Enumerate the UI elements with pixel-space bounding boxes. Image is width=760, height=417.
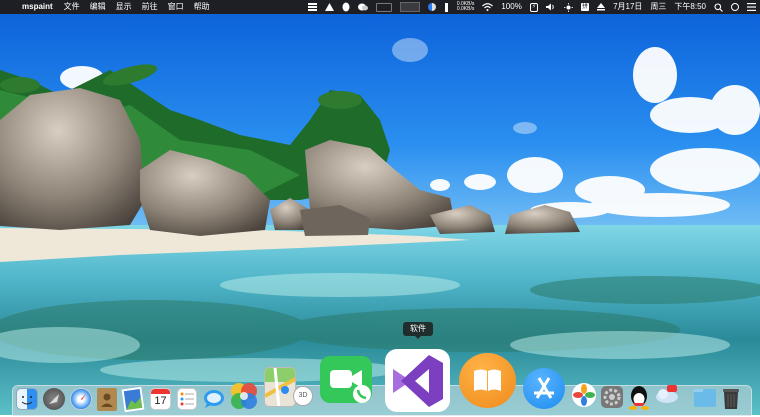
eject-icon[interactable] (593, 0, 609, 14)
network-download-speed: 0.0KB/s (456, 6, 475, 12)
launchpad-icon[interactable] (43, 388, 65, 410)
trash-icon[interactable] (722, 387, 740, 410)
menubar-date[interactable]: 7月17日 (609, 0, 646, 14)
cpu-meter-icon[interactable] (372, 0, 396, 14)
list-status-icon[interactable] (304, 0, 321, 14)
system-preferences-icon[interactable] (601, 386, 623, 408)
books-icon[interactable] (459, 353, 516, 408)
spotlight-search-icon[interactable] (710, 0, 727, 14)
notification-center-icon[interactable] (743, 0, 760, 14)
menu-help[interactable]: 帮助 (189, 0, 215, 14)
menu-file[interactable]: 文件 (59, 0, 85, 14)
status-area: 0.0KB/s 0.0KB/s 100% ⚡ 拼 7月17日 周三 下午8:50 (304, 0, 760, 14)
photo-preview-icon[interactable] (121, 386, 145, 413)
brightness-icon[interactable] (560, 0, 577, 14)
volume-icon[interactable] (542, 0, 560, 14)
display-status-icon[interactable] (424, 0, 440, 14)
facetime-icon[interactable] (320, 356, 372, 403)
photos-icon[interactable] (228, 381, 260, 412)
qq-icon[interactable] (628, 384, 650, 410)
maps-icon[interactable] (264, 367, 296, 407)
photos-flower-icon[interactable] (572, 383, 596, 407)
menubar-time[interactable]: 下午8:50 (670, 0, 710, 14)
weather-icon[interactable] (653, 383, 681, 409)
network-speed-meter[interactable]: 0.0KB/s 0.0KB/s (453, 1, 479, 13)
menu-bar: mspaint 文件 编辑 显示 前往 窗口 帮助 0.0KB/s 0.0KB/… (0, 0, 760, 14)
menu-window[interactable]: 窗口 (163, 0, 189, 14)
photo-3d-icon[interactable]: 3D (293, 386, 313, 406)
battery-percent[interactable]: 100% (497, 0, 525, 14)
vpn-status-icon[interactable] (321, 0, 338, 14)
input-method-label: 拼 (581, 3, 590, 11)
input-source-icon[interactable] (440, 0, 453, 14)
menu-go[interactable]: 前往 (137, 0, 163, 14)
app-store-icon[interactable] (523, 368, 565, 409)
battery-icon[interactable]: ⚡ (526, 0, 542, 14)
reminders-icon[interactable] (177, 388, 197, 410)
calendar-icon[interactable]: 17 (150, 388, 171, 410)
dock-tooltip: 软件 (403, 322, 433, 339)
app-name-menu[interactable]: mspaint (20, 0, 59, 14)
desktop-wallpaper (0, 0, 760, 415)
photo-3d-label: 3D (298, 392, 308, 399)
menu-view[interactable]: 显示 (111, 0, 137, 14)
battery-charging-indicator: ⚡ (529, 2, 539, 12)
visual-studio-icon[interactable] (385, 349, 450, 412)
input-method-indicator[interactable]: 拼 (577, 0, 593, 14)
safari-icon[interactable] (70, 388, 92, 410)
finder-icon[interactable] (16, 388, 38, 410)
activity-monitor-icon[interactable] (396, 0, 424, 14)
calendar-day: 17 (154, 395, 167, 407)
downloads-folder-icon[interactable] (694, 389, 716, 407)
contacts-icon[interactable] (97, 388, 117, 411)
messages-icon[interactable] (203, 389, 225, 409)
user-account-icon[interactable] (727, 0, 743, 14)
wechat-status-icon[interactable] (354, 0, 372, 14)
menu-edit[interactable]: 编辑 (85, 0, 111, 14)
qq-status-icon[interactable] (338, 0, 354, 14)
wifi-icon[interactable] (478, 0, 497, 14)
menubar-weekday[interactable]: 周三 (646, 0, 670, 14)
